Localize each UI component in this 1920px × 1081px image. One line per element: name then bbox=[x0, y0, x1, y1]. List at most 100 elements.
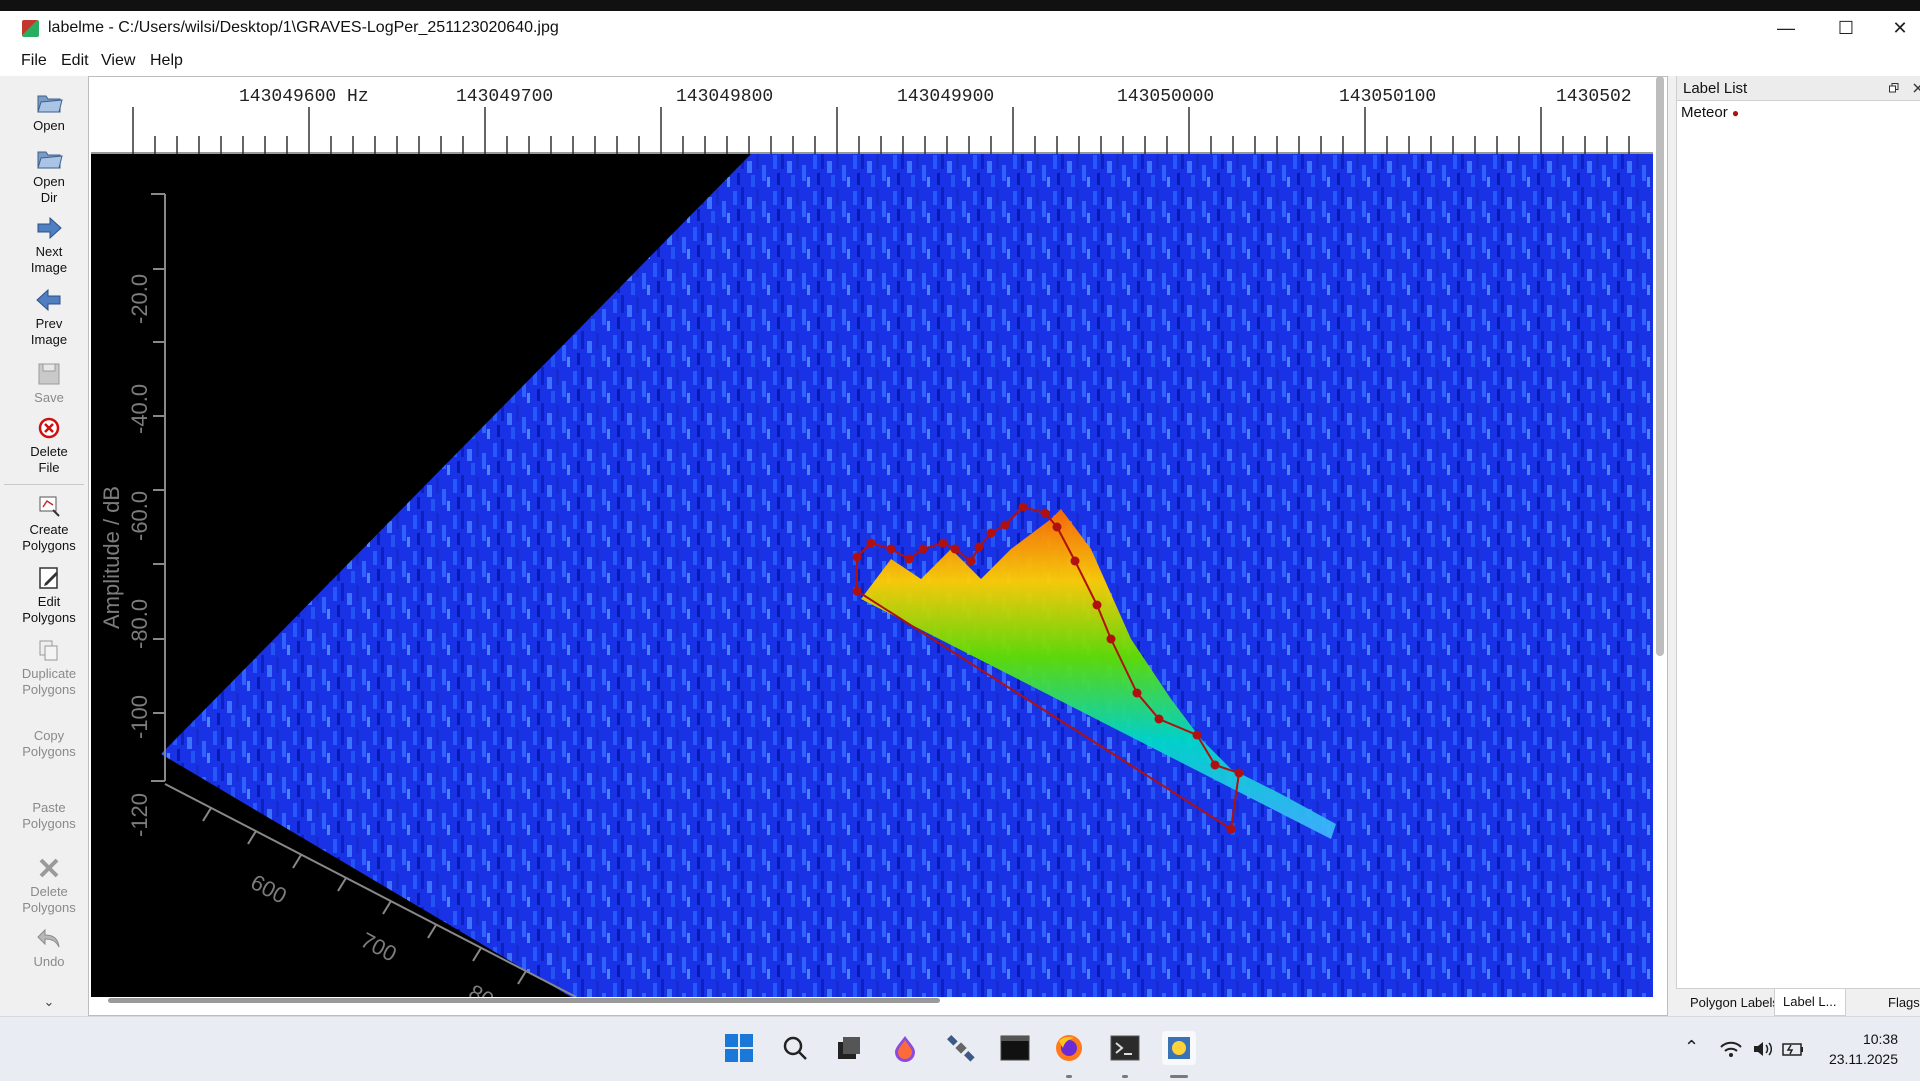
task-view-icon bbox=[838, 1037, 860, 1059]
delete-file-button[interactable]: Delete File bbox=[0, 414, 98, 476]
amp-tick-label: -60.0 bbox=[127, 491, 152, 541]
browser-drop-icon bbox=[895, 1036, 915, 1062]
save-button[interactable]: Save bbox=[0, 360, 98, 406]
polygon-vertex[interactable] bbox=[1040, 508, 1050, 518]
show-hidden-icons-chevron-icon[interactable]: ⌃ bbox=[1684, 1037, 1699, 1058]
tab-label-list[interactable]: Label L... bbox=[1774, 989, 1846, 1016]
tab-polygon-labels[interactable]: Polygon Labels bbox=[1690, 995, 1779, 1010]
polygon-vertex[interactable] bbox=[1052, 522, 1062, 532]
taskbar-app-labelme-active[interactable] bbox=[1162, 1031, 1196, 1065]
delete-polygons-button[interactable]: Delete Polygons bbox=[0, 854, 98, 916]
label-list-dock: Label List Meteor ● bbox=[1676, 76, 1920, 1016]
start-button[interactable] bbox=[722, 1031, 756, 1065]
tools-toolbar: Open Open Dir Next Image Prev Image Save… bbox=[0, 76, 89, 1016]
taskbar-app-firefox[interactable] bbox=[1052, 1031, 1086, 1065]
search-button[interactable] bbox=[778, 1031, 812, 1065]
menu-file[interactable]: File bbox=[21, 52, 47, 70]
open-button[interactable]: Open bbox=[0, 88, 98, 134]
copy-polygons-button[interactable]: Copy Polygons bbox=[0, 728, 98, 760]
taskbar-app-satellite[interactable] bbox=[944, 1031, 978, 1065]
menu-view[interactable]: View bbox=[101, 52, 135, 70]
close-button[interactable]: ✕ bbox=[1870, 13, 1920, 43]
polygon-vertex[interactable] bbox=[866, 538, 876, 548]
amp-tick-label: -40.0 bbox=[127, 384, 152, 434]
task-view-button[interactable] bbox=[832, 1031, 866, 1065]
duplicate-polygons-button[interactable]: Duplicate Polygons bbox=[0, 636, 98, 698]
polygon-vertex[interactable] bbox=[886, 544, 896, 554]
image-canvas[interactable]: 143049600 Hz 143049700 143049800 1430499… bbox=[88, 76, 1668, 1016]
polygon-vertex[interactable] bbox=[852, 552, 862, 562]
polygon-vertex[interactable] bbox=[852, 586, 862, 596]
horizontal-scrollbar[interactable] bbox=[108, 998, 940, 1003]
polygon-vertex[interactable] bbox=[918, 544, 928, 554]
close-dock-icon[interactable] bbox=[1913, 83, 1920, 93]
polygon-vertex[interactable] bbox=[1000, 520, 1010, 530]
delete-polygons-label: Delete Polygons bbox=[22, 884, 76, 915]
system-clock[interactable]: 10:38 23.11.2025 bbox=[1829, 1029, 1898, 1069]
open-dir-icon bbox=[37, 151, 63, 169]
volume-icon[interactable] bbox=[1752, 1041, 1772, 1057]
label-list-item-text: Meteor bbox=[1681, 104, 1728, 121]
undo-button[interactable]: Undo bbox=[0, 924, 98, 970]
polygon-vertex[interactable] bbox=[1018, 502, 1028, 512]
freq-tick-label: 143049700 bbox=[456, 87, 553, 107]
polygon-vertex[interactable] bbox=[1106, 634, 1116, 644]
duplicate-icon bbox=[39, 640, 58, 661]
maximize-button[interactable]: ☐ bbox=[1816, 13, 1876, 43]
amp-tick-label: -20.0 bbox=[127, 274, 152, 324]
menu-help[interactable]: Help bbox=[150, 52, 183, 70]
amplitude-axis-label: Amplitude / dB bbox=[99, 486, 124, 629]
window-title: labelme - C:/Users/wilsi/Desktop/1\GRAVE… bbox=[48, 19, 559, 36]
polygon-vertex[interactable] bbox=[1192, 730, 1202, 740]
delete-polygon-icon bbox=[39, 858, 59, 878]
polygon-vertex[interactable] bbox=[1234, 768, 1244, 778]
open-dir-label: Open Dir bbox=[33, 174, 65, 205]
amp-tick-label: -120 bbox=[127, 793, 152, 837]
polygon-vertex[interactable] bbox=[904, 554, 914, 564]
taskbar-app-browser[interactable] bbox=[888, 1031, 922, 1065]
polygon-vertex[interactable] bbox=[938, 538, 948, 548]
tab-flags[interactable]: Flags bbox=[1888, 995, 1920, 1010]
next-arrow-icon bbox=[37, 216, 62, 240]
polygon-vertex[interactable] bbox=[1070, 556, 1080, 566]
taskbar-app-terminal[interactable] bbox=[998, 1031, 1032, 1065]
clock-time: 10:38 bbox=[1862, 1031, 1898, 1047]
wifi-icon[interactable] bbox=[1720, 1041, 1742, 1057]
polygon-vertex[interactable] bbox=[1092, 600, 1102, 610]
polygon-vertex[interactable] bbox=[1154, 714, 1164, 724]
taskbar-app-powershell[interactable] bbox=[1108, 1031, 1142, 1065]
running-indicator bbox=[1122, 1075, 1128, 1078]
copy-polygons-label: Copy Polygons bbox=[22, 728, 76, 759]
minimize-button[interactable]: — bbox=[1756, 13, 1816, 43]
polygon-vertex[interactable] bbox=[974, 542, 984, 552]
delete-file-icon bbox=[38, 417, 60, 439]
search-icon bbox=[783, 1036, 807, 1060]
undock-icon[interactable] bbox=[1889, 83, 1899, 93]
menu-edit[interactable]: Edit bbox=[61, 52, 89, 70]
polygon-vertex[interactable] bbox=[1132, 688, 1142, 698]
open-dir-button[interactable]: Open Dir bbox=[0, 144, 98, 206]
prev-image-button[interactable]: Prev Image bbox=[0, 286, 98, 348]
freq-tick-label: 143049900 bbox=[897, 87, 994, 107]
save-label: Save bbox=[34, 390, 64, 405]
polygon-vertex[interactable] bbox=[966, 556, 976, 566]
label-list-item[interactable]: Meteor ● bbox=[1681, 104, 1739, 121]
toolbar-separator bbox=[4, 484, 84, 485]
running-indicator bbox=[1066, 1075, 1072, 1078]
polygon-vertex[interactable] bbox=[986, 528, 996, 538]
next-image-button[interactable]: Next Image bbox=[0, 214, 98, 276]
battery-icon[interactable] bbox=[1782, 1041, 1804, 1057]
clock-date: 23.11.2025 bbox=[1828, 1051, 1898, 1067]
vertical-scrollbar[interactable] bbox=[1656, 76, 1664, 656]
polygon-vertex[interactable] bbox=[1226, 824, 1236, 834]
windows-taskbar: ⌃ 10:38 23.11.2025 bbox=[0, 1016, 1920, 1081]
label-list-titlebar: Label List bbox=[1677, 76, 1920, 101]
menu-bar: File Edit View Help bbox=[0, 43, 1920, 76]
firefox-icon bbox=[1056, 1035, 1082, 1061]
edit-polygons-button[interactable]: Edit Polygons bbox=[0, 564, 98, 626]
create-polygons-button[interactable]: Create Polygons bbox=[0, 492, 98, 554]
toolbar-more-chevron-icon[interactable]: ⌄ bbox=[0, 994, 98, 1010]
polygon-vertex[interactable] bbox=[950, 544, 960, 554]
polygon-vertex[interactable] bbox=[1210, 760, 1220, 770]
paste-polygons-button[interactable]: Paste Polygons bbox=[0, 800, 98, 832]
